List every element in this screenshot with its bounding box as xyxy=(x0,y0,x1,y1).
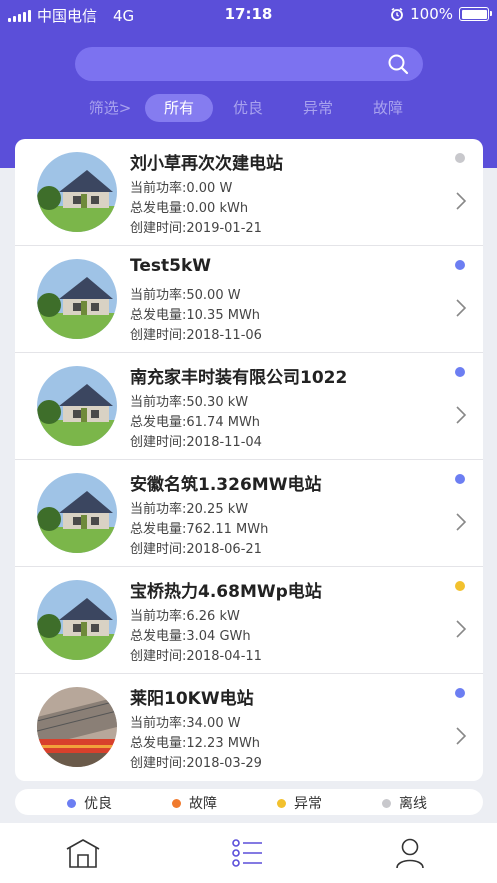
station-list: 刘小草再次次建电站 当前功率:0.00 W 总发电量:0.00 kWh 创建时间… xyxy=(15,139,483,781)
station-photo xyxy=(37,687,117,767)
total-energy: 总发电量:61.74 MWh xyxy=(130,415,261,430)
station-photo xyxy=(37,473,117,553)
status-bar: 中国电信 4G 17:18 100% xyxy=(0,0,497,30)
legend-label: 离线 xyxy=(399,796,427,812)
legend-label: 异常 xyxy=(294,796,322,812)
tab-bar xyxy=(0,823,497,883)
legend-dot xyxy=(277,798,286,808)
legend-label: 故障 xyxy=(189,796,217,812)
current-power: 当前功率:50.00 W xyxy=(130,288,241,303)
current-power: 当前功率:34.00 W xyxy=(130,716,241,731)
search-input[interactable] xyxy=(75,47,423,81)
current-power: 当前功率:20.25 kW xyxy=(130,502,249,517)
legend-label: 优良 xyxy=(84,796,112,812)
user-icon[interactable] xyxy=(392,837,428,869)
created-time: 创建时间:2018-11-04 xyxy=(130,435,262,450)
created-time: 创建时间:2018-03-29 xyxy=(130,756,262,771)
station-photo xyxy=(37,259,117,339)
chevron-right-icon[interactable] xyxy=(455,405,467,425)
search-icon[interactable] xyxy=(387,53,409,75)
chevron-right-icon[interactable] xyxy=(455,298,467,318)
status-dot xyxy=(455,688,465,698)
created-time: 创建时间:2019-01-21 xyxy=(130,221,262,236)
status-legend: 优良 故障 异常 离线 xyxy=(15,789,483,815)
chevron-right-icon[interactable] xyxy=(455,619,467,639)
current-power: 当前功率:0.00 W xyxy=(130,181,233,196)
tab-good[interactable]: 优良 xyxy=(228,94,268,122)
total-energy: 总发电量:0.00 kWh xyxy=(130,201,249,216)
legend-dot xyxy=(382,798,391,808)
tab-fault[interactable]: 故障 xyxy=(368,94,408,122)
total-energy: 总发电量:12.23 MWh xyxy=(130,736,261,751)
current-power: 当前功率:50.30 kW xyxy=(130,395,249,410)
chevron-right-icon[interactable] xyxy=(455,726,467,746)
station-name: Test5kW xyxy=(130,256,211,276)
total-energy: 总发电量:762.11 MWh xyxy=(130,522,269,537)
created-time: 创建时间:2018-06-21 xyxy=(130,542,262,557)
station-row[interactable]: 宝桥热力4.68MWp电站 当前功率:6.26 kW 总发电量:3.04 GWh… xyxy=(15,567,483,674)
station-row[interactable]: Test5kW 当前功率:50.00 W 总发电量:10.35 MWh 创建时间… xyxy=(15,246,483,353)
status-dot xyxy=(455,260,465,270)
total-energy: 总发电量:3.04 GWh xyxy=(130,629,251,644)
station-photo xyxy=(37,152,117,232)
station-row[interactable]: 南充家丰时装有限公司1022 当前功率:50.30 kW 总发电量:61.74 … xyxy=(15,353,483,460)
chevron-right-icon[interactable] xyxy=(455,191,467,211)
station-name: 安徽名筑1.326MW电站 xyxy=(130,475,322,495)
created-time: 创建时间:2018-11-06 xyxy=(130,328,262,343)
legend-abnormal: 异常 xyxy=(277,793,322,813)
station-row[interactable]: 安徽名筑1.326MW电站 当前功率:20.25 kW 总发电量:762.11 … xyxy=(15,460,483,567)
chevron-right-icon[interactable] xyxy=(455,512,467,532)
station-name: 刘小草再次次建电站 xyxy=(130,154,283,174)
station-name: 南充家丰时装有限公司1022 xyxy=(130,368,348,388)
status-dot xyxy=(455,581,465,591)
station-photo xyxy=(37,366,117,446)
status-dot xyxy=(455,367,465,377)
legend-good: 优良 xyxy=(67,793,112,813)
tab-all[interactable]: 所有 xyxy=(145,94,213,122)
alarm-icon xyxy=(391,7,404,21)
battery-icon xyxy=(459,7,492,21)
legend-fault: 故障 xyxy=(172,793,217,813)
status-dot xyxy=(455,474,465,484)
station-row[interactable]: 莱阳10KW电站 当前功率:34.00 W 总发电量:12.23 MWh 创建时… xyxy=(15,674,483,781)
station-name: 莱阳10KW电站 xyxy=(130,689,254,709)
status-right: 100% xyxy=(390,5,492,23)
filter-tabs: 筛选> 所有 优良 异常 故障 xyxy=(0,94,497,124)
station-name: 宝桥热力4.68MWp电站 xyxy=(130,582,322,602)
tab-abnormal[interactable]: 异常 xyxy=(298,94,338,122)
battery-percent: 100% xyxy=(410,5,453,23)
list-icon[interactable] xyxy=(230,837,266,869)
station-row[interactable]: 刘小草再次次建电站 当前功率:0.00 W 总发电量:0.00 kWh 创建时间… xyxy=(15,139,483,246)
filter-button[interactable]: 筛选> xyxy=(88,94,132,122)
total-energy: 总发电量:10.35 MWh xyxy=(130,308,261,323)
created-time: 创建时间:2018-04-11 xyxy=(130,649,262,664)
legend-offline: 离线 xyxy=(382,793,427,813)
current-power: 当前功率:6.26 kW xyxy=(130,609,240,624)
legend-dot xyxy=(67,798,76,808)
status-dot xyxy=(455,153,465,163)
station-photo xyxy=(37,580,117,660)
home-icon[interactable] xyxy=(65,837,101,869)
legend-dot xyxy=(172,798,181,808)
